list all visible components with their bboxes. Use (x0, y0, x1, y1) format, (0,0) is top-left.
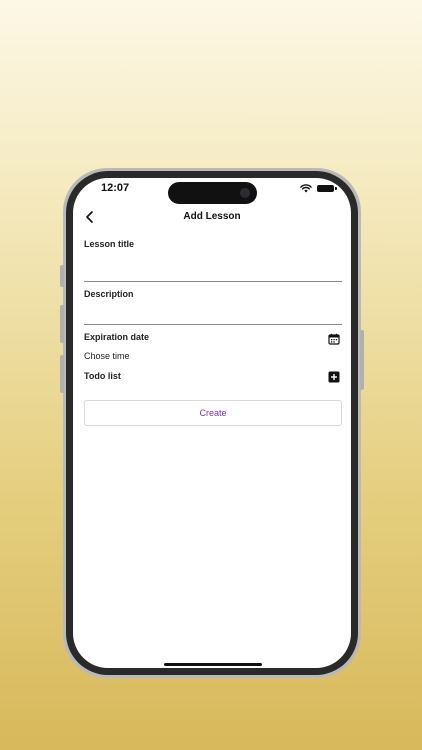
phone-side-button (60, 265, 64, 287)
wifi-icon (300, 184, 312, 193)
chose-time-button[interactable]: Chose time (84, 351, 130, 361)
description-input[interactable] (84, 304, 342, 325)
phone-power-button (360, 330, 364, 390)
camera-icon (240, 188, 250, 198)
page-title: Add Lesson (183, 211, 241, 222)
lesson-title-input[interactable] (84, 261, 342, 282)
status-time: 12:07 (101, 182, 130, 194)
app-screen: 12:07 Add Lesson Lesson title Descriptio… (73, 178, 351, 668)
plus-square-icon (328, 371, 340, 383)
home-indicator (164, 663, 262, 666)
expiration-date-button[interactable] (328, 333, 340, 345)
add-todo-button[interactable] (328, 371, 340, 383)
calendar-icon (328, 333, 340, 345)
create-button[interactable]: Create (84, 400, 342, 426)
expiration-date-label: Expiration date (84, 332, 150, 342)
battery-icon (317, 185, 337, 192)
phone-volume-up-button (60, 305, 64, 343)
dynamic-island (168, 182, 257, 204)
lesson-title-label: Lesson title (84, 239, 135, 249)
description-label: Description (84, 289, 134, 299)
phone-volume-down-button (60, 355, 64, 393)
todo-list-label: Todo list (84, 371, 121, 381)
